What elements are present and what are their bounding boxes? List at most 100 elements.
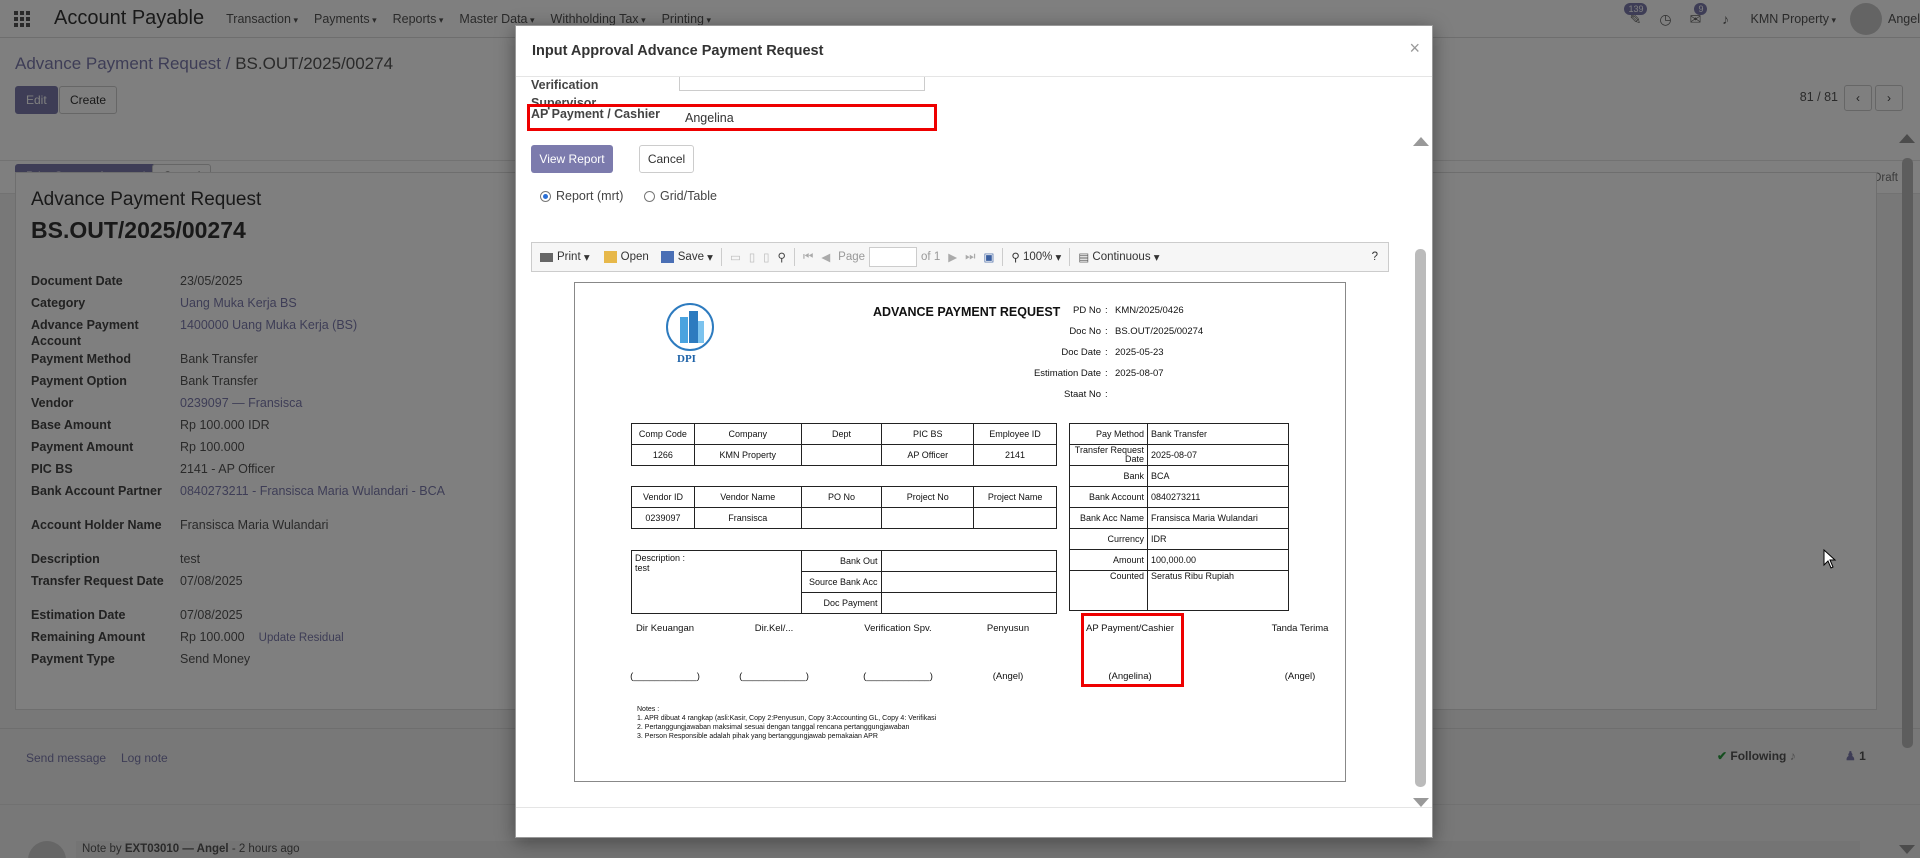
radio-grid[interactable]: Grid/Table (644, 189, 717, 203)
table-label: Currency (1069, 528, 1148, 550)
radio-report-label: Report (mrt) (556, 189, 624, 203)
radio-selected-icon (540, 190, 551, 202)
dialog-header: Input Approval Advance Payment Request × (516, 26, 1432, 77)
pd-no-label: PD No (1073, 305, 1101, 316)
colon: : (1105, 305, 1108, 316)
find-binoculars-icon[interactable]: ⚲ (778, 250, 786, 264)
payment-info-table: Pay Method Bank Transfer Transfer Request… (1069, 423, 1289, 611)
table-label: Bank Acc Name (1069, 507, 1148, 529)
dialog-title: Input Approval Advance Payment Request (532, 43, 824, 59)
view-mode-menu[interactable]: ▤ Continuous ▾ (1078, 250, 1159, 264)
view-report-button[interactable]: View Report (531, 145, 613, 173)
clipboard-icon[interactable]: ▯ (749, 250, 755, 264)
next-page-icon[interactable]: ▶ (948, 250, 957, 264)
scroll-thumb[interactable] (1415, 249, 1426, 787)
table-label: Counted (1069, 570, 1148, 611)
table-cell (800, 444, 883, 466)
radio-unselected-icon (644, 190, 655, 202)
highlight-box (527, 104, 937, 131)
table-header: Vendor Name (693, 486, 802, 508)
table-row: Bank Acc Name Fransisca Maria Wulandari (1069, 507, 1289, 529)
table-cell: KMN Property (693, 444, 802, 466)
table-label: Pay Method (1069, 423, 1148, 445)
mouse-cursor-icon (1823, 549, 1837, 569)
page-setup-icon[interactable]: ▭ (730, 250, 741, 264)
doc-date-value: 2025-05-23 (1115, 347, 1164, 358)
approval-dialog: Input Approval Advance Payment Request ×… (515, 25, 1433, 838)
vendor-table: Vendor ID Vendor Name PO No Project No P… (631, 486, 1057, 529)
prev-page-icon[interactable]: ◀ (821, 250, 830, 264)
estimation-date-value: 2025-08-07 (1115, 368, 1164, 379)
print-menu[interactable]: Print ▾ (540, 250, 590, 264)
table-cell (880, 571, 1057, 593)
zoom-menu[interactable]: ⚲ 100% ▾ (1011, 250, 1061, 264)
table-row: 0239097 Fransisca (631, 507, 1057, 529)
dialog-body: Verification Supervisor AP Payment / Cas… (516, 77, 1432, 807)
close-icon[interactable]: × (1409, 38, 1420, 59)
table-cell (880, 550, 1057, 572)
signature-name: (____________) (739, 671, 809, 682)
signature-role: Tanda Terima (1271, 623, 1329, 634)
table-row: Bank BCA (1069, 465, 1289, 487)
open-button[interactable]: Open (603, 251, 649, 263)
printer-icon (540, 252, 553, 262)
table-row: Description : test Bank Out (631, 550, 1057, 614)
table-cell (800, 507, 883, 529)
pd-no-value: KMN/2025/0426 (1115, 305, 1184, 316)
signature-name: (____________) (863, 671, 933, 682)
dialog-scrollbar[interactable] (1411, 137, 1429, 807)
table-row: Counted Seratus Ribu Rupiah (1069, 570, 1289, 611)
scroll-down-arrow-icon[interactable] (1413, 798, 1429, 807)
logo-text: DPI (677, 353, 696, 365)
description-label: Description : (635, 553, 686, 563)
radio-report[interactable]: Report (mrt) (540, 189, 623, 203)
view-mode-value: Continuous (1092, 251, 1151, 263)
last-page-icon[interactable]: ⏭ (965, 251, 975, 264)
table-cell: AP Officer (881, 444, 975, 466)
note-line: 2. Pertanggungjawaban maksimal sesuai de… (637, 724, 910, 731)
staat-no-label: Staat No (1064, 389, 1101, 400)
description-cell: Description : test (631, 550, 802, 614)
description-value: test (635, 563, 650, 573)
signature-role: Dir.Kel/... (754, 623, 794, 634)
colon: : (1105, 389, 1108, 400)
table-row: Vendor ID Vendor Name PO No Project No P… (631, 486, 1057, 508)
signature-name: (Angel) (992, 671, 1024, 682)
table-cell: BCA (1147, 465, 1289, 487)
toolbar-divider (793, 248, 795, 266)
table-label: Bank (1069, 465, 1148, 487)
doc-date-label: Doc Date (1061, 347, 1101, 358)
table-header: Dept (800, 423, 883, 445)
table-header: PO No (800, 486, 883, 508)
save-menu[interactable]: Save ▾ (660, 250, 713, 264)
view-mode-icon[interactable]: ▣ (983, 250, 994, 264)
estimation-date-label: Estimation Date (1033, 368, 1101, 379)
scroll-up-arrow-icon[interactable] (1413, 137, 1429, 146)
help-icon[interactable]: ? (1372, 251, 1378, 263)
table-header: Employee ID (973, 423, 1057, 445)
table-row: Comp Code Company Dept PIC BS Employee I… (631, 423, 1057, 445)
description-table: Description : test Bank Out Source Bank … (631, 550, 1057, 614)
first-page-icon[interactable]: ⏮ (803, 251, 813, 264)
company-logo (666, 303, 714, 351)
verification-supervisor-field[interactable] (679, 77, 925, 91)
table-cell: 2141 (973, 444, 1057, 466)
folder-icon (603, 251, 617, 263)
table-cell: Bank Transfer (1147, 423, 1289, 445)
table-cell: Fransisca (693, 507, 802, 529)
doc-no-value: BS.OUT/2025/00274 (1115, 326, 1204, 337)
table-cell: Seratus Ribu Rupiah (1147, 570, 1289, 611)
print-label: Print (557, 251, 581, 263)
table-label: Transfer Request Date (1069, 444, 1148, 466)
zoom-value: 100% (1022, 251, 1053, 263)
copy-icon[interactable]: ▯ (763, 250, 769, 264)
company-table: Comp Code Company Dept PIC BS Employee I… (631, 423, 1057, 466)
signature-name: (Angel) (1284, 671, 1316, 682)
signature-role: Dir Keuangan (635, 623, 695, 634)
dialog-cancel-button[interactable]: Cancel (639, 145, 694, 173)
page-number-input[interactable] (869, 247, 918, 267)
signature-role: Penyusun (986, 623, 1030, 634)
table-label: Bank Out (800, 550, 882, 572)
table-cell: 1266 (631, 444, 695, 466)
table-row: Bank Account 0840273211 (1069, 486, 1289, 508)
